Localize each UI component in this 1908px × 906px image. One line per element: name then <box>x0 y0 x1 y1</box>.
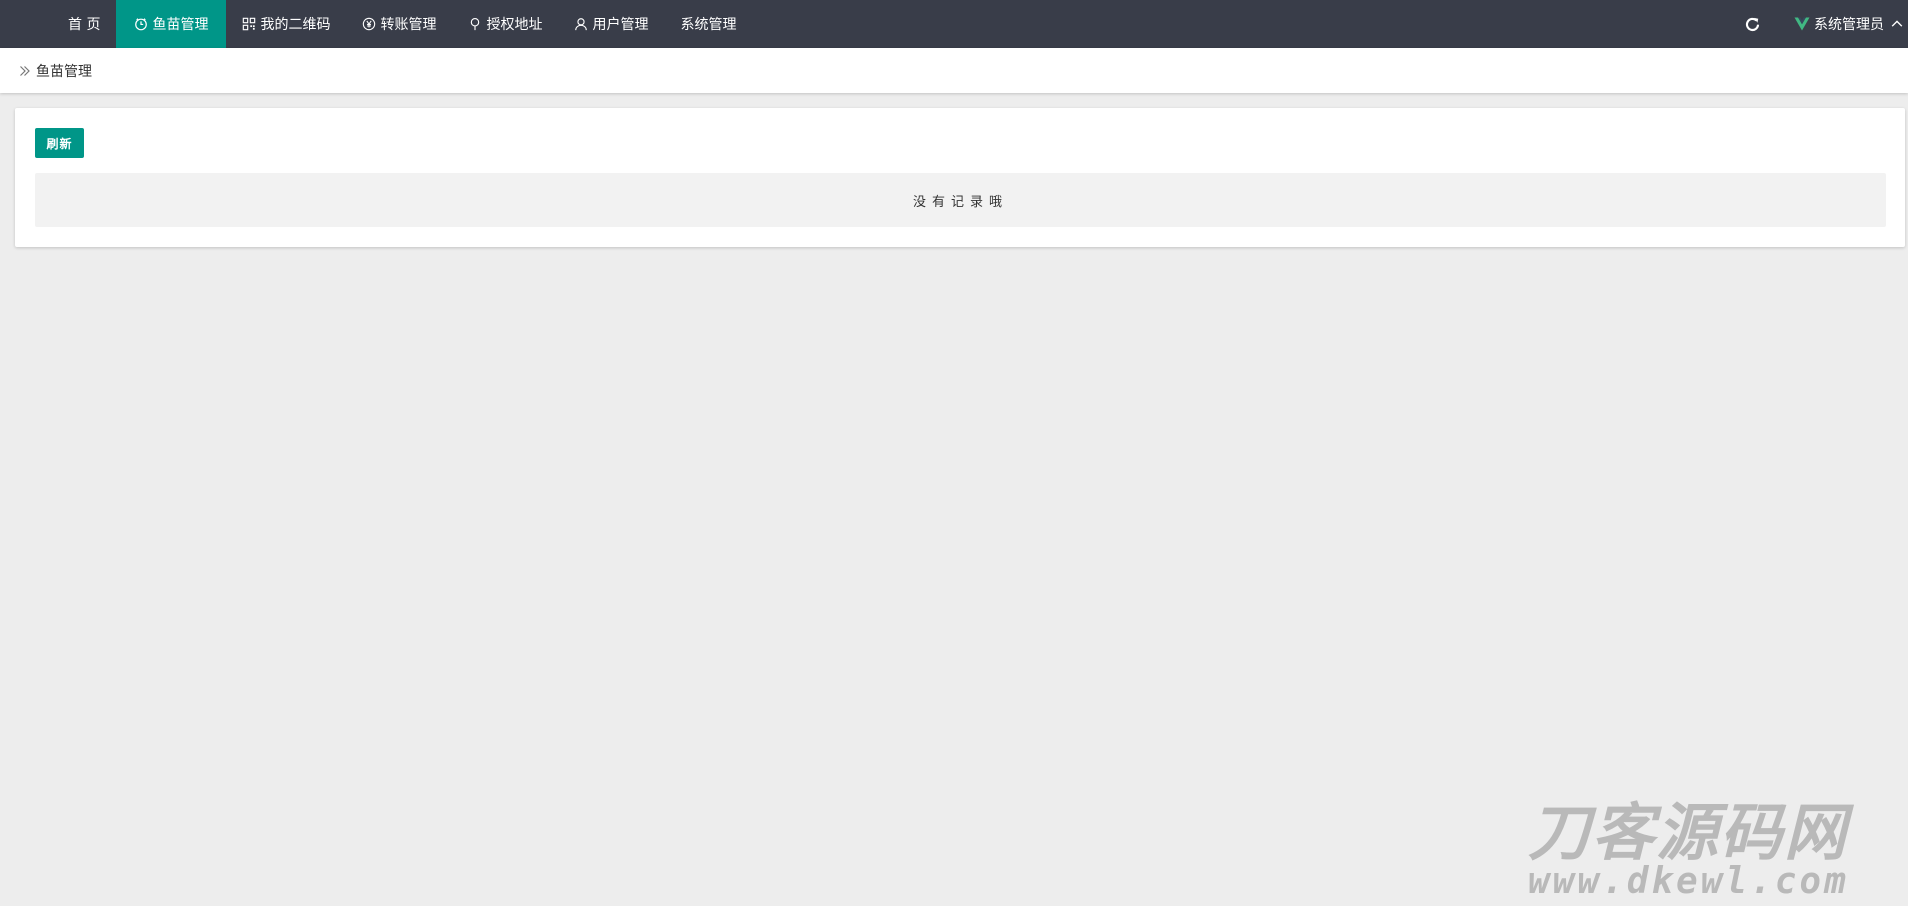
top-navbar: 首 页 鱼苗管理 我的二维码 转账管理 授权地址 用户管理 系统管理 系统管理员 <box>0 0 1908 48</box>
nav-item-home[interactable]: 首 页 <box>52 0 116 48</box>
v-logo-icon <box>1794 17 1810 31</box>
empty-state: 没有记录哦 <box>35 173 1886 227</box>
user-icon <box>574 17 588 31</box>
qrcode-icon <box>242 17 256 31</box>
chevron-up-icon <box>1891 20 1903 27</box>
watermark: 刀客源码网 www.dkewl.com <box>1528 800 1898 900</box>
watermark-title: 刀客源码网 <box>1528 796 1849 869</box>
nav-item-fry-management[interactable]: 鱼苗管理 <box>116 0 227 48</box>
location-pin-icon <box>468 17 482 31</box>
nav-item-transfer-management[interactable]: 转账管理 <box>346 0 452 48</box>
timer-icon <box>134 17 148 31</box>
nav-item-label: 我的二维码 <box>260 17 331 33</box>
user-name: 系统管理员 <box>1814 17 1884 33</box>
breadcrumb: 鱼苗管理 <box>0 48 1908 93</box>
topbar-right: 系统管理员 <box>1740 0 1908 48</box>
nav-item-label: 系统管理 <box>680 17 737 33</box>
nav-item-my-qrcode[interactable]: 我的二维码 <box>226 0 346 48</box>
refresh-button[interactable]: 刷新 <box>35 128 84 158</box>
nav-item-label: 用户管理 <box>592 17 649 33</box>
content-card: 刷新 没有记录哦 <box>15 108 1905 247</box>
watermark-url: www.dkewl.com <box>1528 861 1849 902</box>
nav-item-label: 授权地址 <box>486 17 543 33</box>
nav-item-label: 鱼苗管理 <box>152 17 209 33</box>
nav-item-user-management[interactable]: 用户管理 <box>558 0 664 48</box>
user-menu[interactable]: 系统管理员 <box>1794 14 1908 34</box>
double-chevron-right-icon <box>20 65 30 76</box>
nav-item-label: 首 页 <box>68 17 101 33</box>
breadcrumb-current: 鱼苗管理 <box>36 63 92 80</box>
yen-icon <box>362 17 376 31</box>
nav-item-system-management[interactable]: 系统管理 <box>664 0 752 48</box>
nav-item-auth-address[interactable]: 授权地址 <box>452 0 558 48</box>
refresh-icon[interactable] <box>1740 12 1764 36</box>
nav-item-label: 转账管理 <box>380 17 437 33</box>
main-nav: 首 页 鱼苗管理 我的二维码 转账管理 授权地址 用户管理 系统管理 <box>52 0 752 48</box>
empty-state-text: 没有记录哦 <box>912 194 1008 210</box>
